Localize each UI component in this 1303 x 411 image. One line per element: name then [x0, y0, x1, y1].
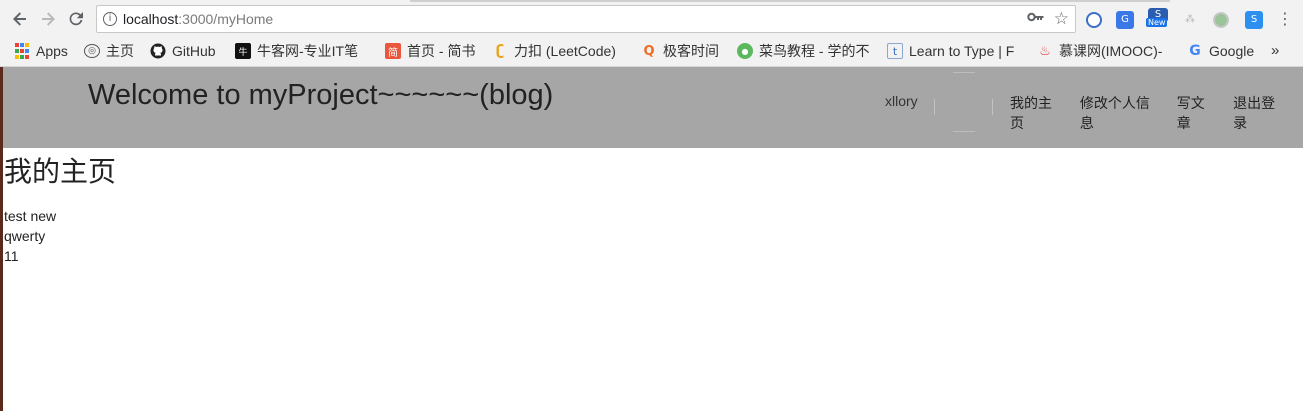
post-item[interactable]: qwerty	[4, 226, 1303, 246]
extension-globe-icon[interactable]	[1086, 12, 1102, 28]
google-icon: G	[1189, 43, 1201, 59]
page-title: 我的主页	[4, 156, 117, 187]
nowcoder-icon: 牛	[235, 43, 251, 59]
new-badge: New	[1146, 18, 1168, 27]
site-brand[interactable]: Welcome to myProject~~~~~~(blog)	[88, 79, 553, 112]
home-globe-icon: ◎	[84, 44, 100, 58]
bookmark-imooc[interactable]: ♨ 慕课网(IMOOC)-	[1037, 41, 1173, 61]
bookmark-label: Google	[1209, 43, 1255, 59]
bookmark-google[interactable]: G Google	[1187, 41, 1254, 61]
browser-toolbar: i localhost:3000/myHome ☆ G S New ⁂ S ⋮	[0, 4, 1303, 34]
runoob-icon: ●	[737, 43, 753, 59]
bookmark-label: 主页	[106, 43, 134, 59]
bookmark-label: 首页 - 简书	[407, 43, 476, 59]
bookmark-star-icon[interactable]: ☆	[1054, 9, 1069, 29]
s-extension-icon[interactable]: S	[1245, 11, 1263, 29]
bookmark-geektime[interactable]: Q 极客时间	[641, 41, 719, 61]
reload-icon[interactable]	[64, 7, 88, 31]
main-content: 我的主页 test new qwerty 11	[4, 148, 1303, 266]
geektime-icon: Q	[643, 43, 655, 59]
news-extension-icon[interactable]: S New	[1146, 8, 1168, 27]
nav-edit-profile[interactable]: 修改个人信息	[1080, 93, 1161, 133]
bookmark-label: 菜鸟教程 - 学的不	[759, 43, 869, 59]
empty-nav-slot	[953, 72, 975, 132]
translate-extension-icon[interactable]: G	[1116, 11, 1134, 29]
key-icon[interactable]	[1027, 11, 1045, 26]
jianshu-icon: 简	[385, 43, 401, 59]
url-text[interactable]: localhost:3000/myHome	[123, 11, 273, 27]
url-path: :3000/myHome	[178, 11, 274, 27]
github-icon	[150, 43, 166, 59]
back-arrow-icon[interactable]	[8, 7, 32, 31]
bookmark-apps[interactable]: Apps	[14, 41, 68, 61]
tab-strip-edge	[410, 0, 1170, 2]
more-menu-icon[interactable]: ⋮	[1277, 9, 1293, 29]
post-item[interactable]: test new	[4, 206, 1303, 226]
nav-divider	[934, 99, 935, 115]
bookmark-label: 慕课网(IMOOC)-	[1059, 43, 1163, 59]
bookmark-label: GitHub	[172, 43, 216, 59]
bookmark-github[interactable]: GitHub	[150, 41, 216, 61]
post-list: test new qwerty 11	[4, 206, 1303, 266]
nav-divider	[992, 99, 993, 115]
tree-extension-icon[interactable]: ⁂	[1181, 11, 1199, 29]
imooc-icon: ♨	[1039, 43, 1051, 59]
bookmark-leetcode[interactable]: ʗ 力扣 (LeetCode)	[492, 41, 626, 61]
post-item[interactable]: 11	[4, 246, 1303, 266]
bookmark-label: 极客时间	[663, 43, 719, 59]
bookmark-learn-to-type[interactable]: t Learn to Type | F	[887, 41, 1023, 61]
typing-icon: t	[887, 43, 903, 59]
address-bar[interactable]: i localhost:3000/myHome ☆	[96, 5, 1076, 33]
bookmark-label: Learn to Type | F	[909, 43, 1015, 59]
username[interactable]: xllory	[885, 93, 918, 109]
nav-logout[interactable]: 退出登录	[1233, 93, 1287, 133]
site-header: Welcome to myProject~~~~~~(blog) xllory …	[3, 67, 1303, 148]
leetcode-icon: ʗ	[495, 43, 505, 59]
browser-chrome: i localhost:3000/myHome ☆ G S New ⁂ S ⋮ …	[0, 0, 1303, 67]
site-nav: 我的主页 修改个人信息 写文章 退出登录	[1010, 93, 1303, 133]
bookmark-home[interactable]: ◎ 主页	[84, 41, 134, 61]
apps-grid-icon	[14, 43, 30, 59]
forward-arrow-icon[interactable]	[36, 7, 60, 31]
bookmark-runoob[interactable]: ● 菜鸟教程 - 学的不	[737, 41, 869, 61]
more-bookmarks-chevron-icon[interactable]: »	[1271, 42, 1279, 59]
bookmark-label: 牛客网-专业IT笔	[257, 43, 359, 59]
url-host: localhost	[123, 11, 179, 27]
info-icon[interactable]: i	[103, 12, 117, 26]
bookmark-label: Apps	[36, 43, 68, 59]
circle-extension-icon[interactable]	[1213, 12, 1229, 28]
nav-my-home[interactable]: 我的主页	[1010, 93, 1064, 133]
bookmarks-bar: Apps ◎ 主页 GitHub 牛 牛客网-专业IT笔 简 首页 - 简书 ʗ…	[0, 37, 1303, 65]
bookmark-nowcoder[interactable]: 牛 牛客网-专业IT笔	[235, 41, 373, 61]
nav-write-article[interactable]: 写文章	[1177, 93, 1217, 133]
bookmark-jianshu[interactable]: 简 首页 - 简书	[385, 41, 475, 61]
bookmark-label: 力扣 (LeetCode)	[514, 43, 616, 59]
